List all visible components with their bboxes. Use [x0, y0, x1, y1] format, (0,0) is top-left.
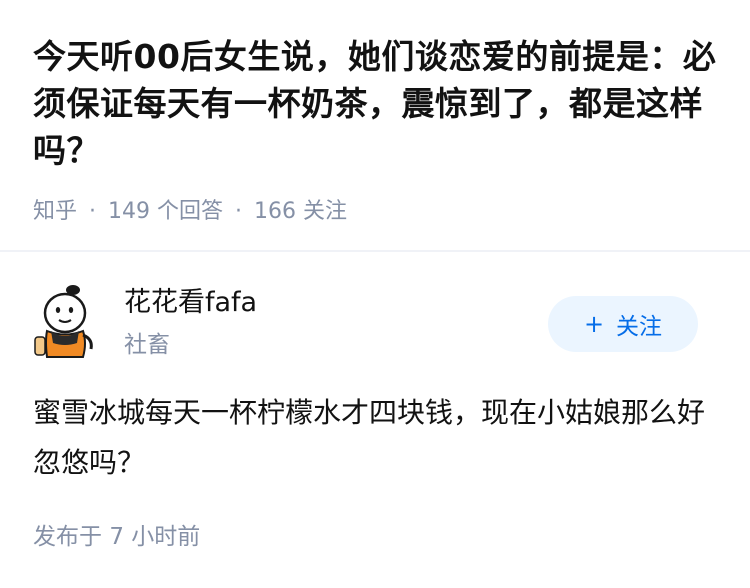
author-bio: 社畜 — [124, 332, 170, 358]
answer-count-link[interactable]: 149 个回答 — [108, 199, 223, 224]
publish-prefix: 发布于 — [33, 524, 102, 550]
follow-button[interactable]: + 关注 — [548, 296, 698, 352]
answer-content[interactable]: 蜜雪冰城每天一杯柠檬水才四块钱，现在小姑娘那么好忽悠吗？ — [33, 388, 713, 488]
follower-count-link[interactable]: 166 关注 — [254, 199, 347, 224]
avatar[interactable] — [33, 283, 97, 359]
answer-count: 149 — [108, 199, 151, 224]
answer-count-suffix: 个回答 — [157, 199, 224, 224]
section-divider — [0, 250, 750, 252]
avatar-image — [34, 285, 93, 358]
meta-separator: · — [89, 199, 97, 224]
follower-count-suffix: 关注 — [303, 199, 348, 224]
question-title[interactable]: 今天听00后女生说，她们谈恋爱的前提是：必须保证每天有一杯奶茶，震惊到了，都是这… — [33, 33, 723, 174]
publish-time-value: 7 小时前 — [109, 524, 201, 550]
plus-icon: + — [583, 310, 605, 338]
follow-button-label: 关注 — [616, 314, 663, 340]
publish-time: 发布于 7 小时前 — [33, 520, 200, 554]
follower-count: 166 — [254, 199, 297, 224]
source-label: 知乎 — [33, 199, 78, 224]
meta-separator: · — [235, 199, 243, 224]
question-meta: 知乎 · 149 个回答 · 166 关注 — [33, 196, 347, 228]
author-name[interactable]: 花花看fafa — [124, 283, 257, 323]
question-card: 今天听00后女生说，她们谈恋爱的前提是：必须保证每天有一杯奶茶，震惊到了，都是这… — [0, 0, 750, 250]
